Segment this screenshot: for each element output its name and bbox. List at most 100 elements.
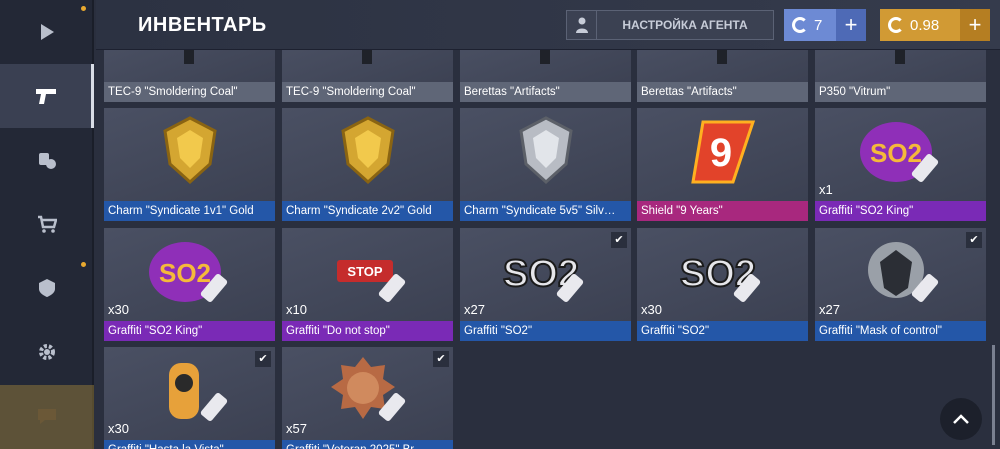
weapon-image (871, 50, 931, 75)
item-quantity: x27 (819, 302, 840, 317)
agent-settings-button[interactable]: НАСТРОЙКА АГЕНТА (566, 10, 774, 40)
item-quantity: x10 (286, 302, 307, 317)
so2-king-image: SO2 (145, 236, 235, 313)
inventory-grid: TEC-9 "Smoldering Coal" TEC-9 "Smoldering… (96, 50, 1000, 449)
equipped-check-icon: ✔ (611, 232, 627, 248)
item-label: Charm "Syndicate 1v1" Gold (104, 201, 275, 221)
svg-text:SO2: SO2 (158, 258, 210, 288)
agent-icon (567, 11, 597, 39)
pistol-icon (35, 89, 56, 104)
silver-charm-image (511, 116, 581, 191)
svg-text:SO2: SO2 (869, 138, 921, 168)
coins-icon (39, 153, 56, 169)
shield-agent-icon (39, 279, 55, 297)
hasta-image (145, 355, 235, 432)
sidebar-item-agents[interactable] (0, 256, 94, 320)
item-label: Graffiti "Do not stop" (282, 321, 453, 341)
currency-blue-amount: 7 (814, 16, 823, 34)
top-bar: ИНВЕНТАРЬ НАСТРОЙКА АГЕНТА 7 + 0.98 + (96, 0, 1000, 50)
notification-dot (81, 262, 86, 267)
svg-text:STOP: STOP (347, 264, 382, 279)
cart-icon (38, 215, 57, 233)
scroll-up-button[interactable] (940, 398, 982, 440)
inventory-item[interactable]: SO2 x1 Graffiti "SO2 King" (815, 108, 986, 221)
inventory-item[interactable]: Charm "Syndicate 2v2" Gold (282, 108, 453, 221)
chevron-up-icon (953, 414, 969, 424)
so2-image: SO2 (501, 236, 591, 313)
weapon-image (693, 50, 753, 75)
item-label: Shield "9 Years" (637, 201, 808, 221)
scrollbar[interactable] (992, 345, 995, 445)
inventory-item[interactable]: STOP x10 Graffiti "Do not stop" (282, 228, 453, 341)
notification-dot (81, 6, 86, 11)
item-label: TEC-9 "Smoldering Coal" (282, 82, 453, 102)
inventory-item[interactable]: 9 Shield "9 Years" (637, 108, 808, 221)
inventory-item[interactable]: P350 "Vitrum" (815, 50, 986, 102)
currency-gold-value: 0.98 (880, 9, 960, 41)
item-quantity: x30 (108, 302, 129, 317)
play-icon (41, 24, 54, 40)
equipped-check-icon: ✔ (966, 232, 982, 248)
sidebar-item-coins[interactable] (0, 128, 94, 192)
item-label: Graffiti "SO2 King" (815, 201, 986, 221)
gold-charm-image (333, 116, 403, 191)
gear-icon (39, 344, 55, 360)
svg-text:9: 9 (709, 131, 731, 175)
item-label: Berettas "Artifacts" (460, 82, 631, 102)
sidebar-item-play[interactable] (0, 0, 94, 64)
add-gold-button[interactable]: + (960, 9, 990, 41)
add-credits-button[interactable]: + (836, 9, 866, 41)
item-label: Graffiti "Hasta la Vista" (104, 440, 275, 449)
inventory-item[interactable]: x27 ✔ Graffiti "Mask of control" (815, 228, 986, 341)
inventory-item[interactable]: SO2 x27 ✔ Graffiti "SO2" (460, 228, 631, 341)
inventory-item[interactable]: Charm "Syndicate 5v5" Silv… (460, 108, 631, 221)
item-quantity: x30 (108, 421, 129, 436)
inventory-item[interactable]: Berettas "Artifacts" (460, 50, 631, 102)
shield-9-image: 9 (683, 116, 763, 193)
inventory-item[interactable]: Charm "Syndicate 1v1" Gold (104, 108, 275, 221)
credits-icon (792, 17, 808, 33)
page-title: ИНВЕНТАРЬ (138, 14, 267, 36)
item-quantity: x27 (464, 302, 485, 317)
item-label: Graffiti "Mask of control" (815, 321, 986, 341)
inventory-item[interactable]: TEC-9 "Smoldering Coal" (104, 50, 275, 102)
inventory-item[interactable]: x57 ✔ Graffiti "Veteran 2025" Br… (282, 347, 453, 449)
item-label: Charm "Syndicate 2v2" Gold (282, 201, 453, 221)
agent-settings-label: НАСТРОЙКА АГЕНТА (622, 18, 748, 32)
weapon-image (338, 50, 398, 75)
inventory-item[interactable]: Berettas "Artifacts" (637, 50, 808, 102)
sidebar (0, 0, 94, 449)
veteran-image (323, 355, 413, 432)
item-label: Graffiti "Veteran 2025" Br… (282, 440, 453, 449)
gold-icon (888, 17, 904, 33)
currency-gold: 0.98 + (880, 9, 990, 41)
item-quantity: x57 (286, 421, 307, 436)
chat-icon (38, 409, 56, 424)
equipped-check-icon: ✔ (255, 351, 271, 367)
item-label: Graffiti "SO2" (460, 321, 631, 341)
inventory-item[interactable]: SO2 x30 Graffiti "SO2" (637, 228, 808, 341)
weapon-image (160, 50, 220, 75)
item-label: P350 "Vitrum" (815, 82, 986, 102)
so2-image: SO2 (678, 236, 768, 313)
equipped-check-icon: ✔ (433, 351, 449, 367)
item-quantity: x30 (641, 302, 662, 317)
currency-gold-amount: 0.98 (910, 16, 940, 34)
item-label: TEC-9 "Smoldering Coal" (104, 82, 275, 102)
inventory-item[interactable]: x30 ✔ Graffiti "Hasta la Vista" (104, 347, 275, 449)
item-label: Graffiti "SO2 King" (104, 321, 275, 341)
currency-blue: 7 + (784, 9, 866, 41)
sidebar-item-inventory[interactable] (0, 64, 94, 128)
sidebar-item-settings[interactable] (0, 320, 94, 384)
item-label: Charm "Syndicate 5v5" Silv… (460, 201, 631, 221)
sidebar-item-chat[interactable] (0, 385, 94, 449)
currency-blue-value: 7 (784, 9, 836, 41)
item-label: Berettas "Artifacts" (637, 82, 808, 102)
inventory-item[interactable]: SO2 x30 Graffiti "SO2 King" (104, 228, 275, 341)
mask-image (856, 236, 946, 313)
dont-stop-image: STOP (323, 236, 413, 313)
inventory-item[interactable]: TEC-9 "Smoldering Coal" (282, 50, 453, 102)
gold-charm-image (155, 116, 225, 191)
item-quantity: x1 (819, 182, 833, 197)
sidebar-item-shop[interactable] (0, 192, 94, 256)
